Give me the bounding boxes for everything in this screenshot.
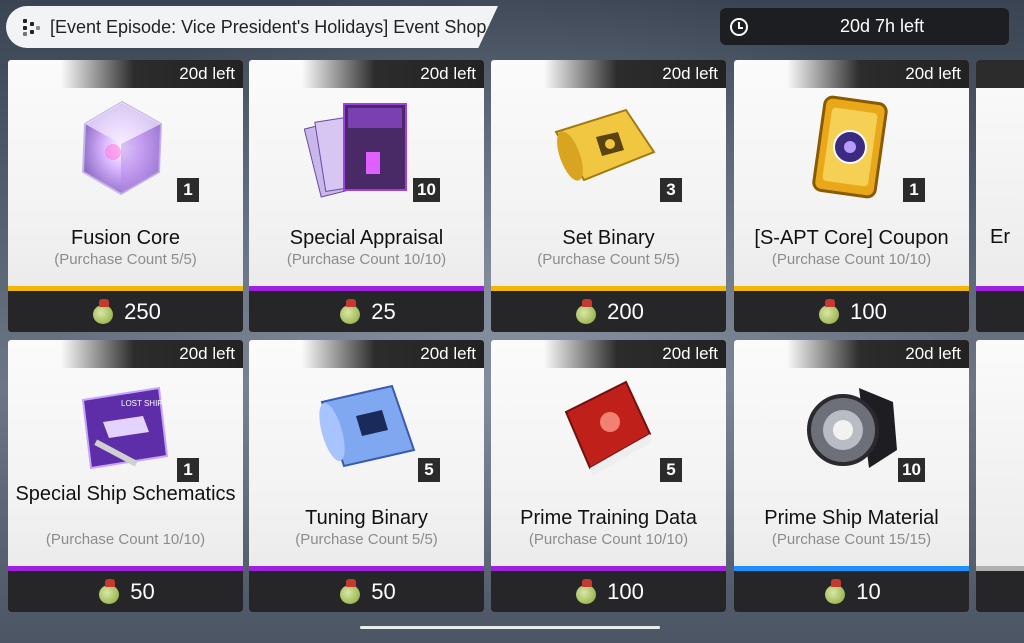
shop-title: [Event Episode: Vice President's Holiday… bbox=[50, 16, 487, 37]
price: 250 bbox=[124, 298, 161, 324]
price-bar[interactable]: 100 bbox=[734, 291, 969, 332]
purchase-count: (Purchase Count 10/10) bbox=[45, 531, 206, 548]
item-name: [S-APT Core] Coupon bbox=[754, 227, 949, 249]
time-left-tag: 20d left bbox=[544, 340, 726, 368]
next-item-card-peek[interactable]: Er bbox=[976, 60, 1024, 332]
item-name: Special Appraisal bbox=[289, 227, 444, 249]
clock-icon bbox=[730, 17, 748, 36]
scrollbar-thumb[interactable] bbox=[360, 626, 660, 629]
svg-text:LOST SHIP: LOST SHIP bbox=[121, 399, 163, 408]
event-timer: 20d 7h left bbox=[720, 8, 1009, 45]
timer-text: 20d 7h left bbox=[840, 16, 925, 36]
time-left-tag: 20d left bbox=[302, 60, 484, 88]
fruit-coin-icon bbox=[816, 298, 842, 325]
quantity-badge: 5 bbox=[660, 458, 682, 482]
price-bar bbox=[976, 571, 1024, 612]
dots-icon bbox=[22, 18, 40, 36]
item-name: Prime Training Data bbox=[520, 507, 697, 529]
fruit-coin-icon bbox=[822, 578, 848, 605]
purchase-count: (Purchase Count 15/15) bbox=[771, 531, 932, 548]
quantity-badge: 3 bbox=[660, 178, 682, 202]
next-item-card-peek[interactable] bbox=[976, 340, 1024, 612]
fruit-coin-icon bbox=[337, 578, 363, 605]
shop-item-card[interactable]: 20d left LOST SHIP 1 Special Ship Schema… bbox=[8, 340, 243, 612]
gold-coupon-icon bbox=[812, 95, 888, 199]
time-left-tag: 20d left bbox=[302, 340, 484, 368]
price: 50 bbox=[130, 578, 155, 604]
time-left-tag: 20d left bbox=[787, 340, 969, 368]
metal-gear-icon bbox=[807, 388, 897, 468]
quantity-badge: 1 bbox=[177, 458, 199, 482]
crystal-cube-icon bbox=[81, 100, 163, 196]
fruit-coin-icon bbox=[573, 578, 599, 605]
item-name: Special Ship Schematics bbox=[15, 483, 236, 505]
price: 10 bbox=[856, 578, 881, 604]
shop-item-card[interactable]: 20d left 5 Tuning Binary (Purchase Count… bbox=[249, 340, 484, 612]
price-bar[interactable]: 250 bbox=[8, 291, 243, 332]
quantity-badge: 5 bbox=[418, 458, 440, 482]
blue-scroll-icon bbox=[319, 384, 416, 468]
quantity-badge: 1 bbox=[903, 178, 925, 202]
shop-item-card[interactable]: 20d left 10 Prime Ship Material (Purchas… bbox=[734, 340, 969, 612]
quantity-badge: 1 bbox=[177, 178, 199, 202]
ship-schematic-icon: LOST SHIP bbox=[81, 386, 169, 470]
time-left-tag: 20d left bbox=[61, 340, 243, 368]
item-name-peek: Er bbox=[990, 226, 1010, 248]
scrollbar[interactable] bbox=[360, 626, 660, 629]
price-bar[interactable]: 50 bbox=[249, 571, 484, 612]
purchase-count: (Purchase Count 10/10) bbox=[528, 531, 689, 548]
shop-item-card[interactable]: 20d left 1 Fusion Core (Purchase Count 5… bbox=[8, 60, 243, 332]
price: 100 bbox=[607, 578, 644, 604]
shop-item-card[interactable]: 20d left 10 Special Appraisal (Purchase … bbox=[249, 60, 484, 332]
purchase-count: (Purchase Count 5/5) bbox=[54, 251, 197, 268]
price-bar bbox=[976, 291, 1024, 332]
shop-item-card[interactable]: 20d left 5 Prime Training Data (Purchase… bbox=[491, 340, 726, 612]
time-left-tag bbox=[976, 60, 1024, 88]
price-bar[interactable]: 100 bbox=[491, 571, 726, 612]
purple-folder-icon bbox=[304, 103, 407, 198]
purchase-count: (Purchase Count 10/10) bbox=[286, 251, 447, 268]
time-left-tag: 20d left bbox=[787, 60, 969, 88]
purchase-count: (Purchase Count 5/5) bbox=[537, 251, 680, 268]
price: 100 bbox=[850, 298, 887, 324]
red-book-icon bbox=[564, 380, 652, 476]
price-bar[interactable]: 50 bbox=[8, 571, 243, 612]
fruit-coin-icon bbox=[90, 298, 116, 325]
price-bar[interactable]: 200 bbox=[491, 291, 726, 332]
fruit-coin-icon bbox=[96, 578, 122, 605]
fruit-coin-icon bbox=[337, 298, 363, 325]
time-left-tag: 20d left bbox=[61, 60, 243, 88]
quantity-badge: 10 bbox=[413, 178, 440, 202]
price: 50 bbox=[371, 578, 396, 604]
item-name: Fusion Core bbox=[71, 227, 180, 249]
item-name: Set Binary bbox=[562, 227, 655, 249]
price: 200 bbox=[607, 298, 644, 324]
shop-item-card[interactable]: 20d left 3 Set Binary (Purchase Count 5/… bbox=[491, 60, 726, 332]
price-bar[interactable]: 10 bbox=[734, 571, 969, 612]
price-bar[interactable]: 25 bbox=[249, 291, 484, 332]
item-name: Tuning Binary bbox=[305, 507, 428, 529]
quantity-badge: 10 bbox=[898, 458, 925, 482]
shop-item-card[interactable]: 20d left 1 [S-APT Core] Coupon (Purchase… bbox=[734, 60, 969, 332]
purchase-count: (Purchase Count 10/10) bbox=[771, 251, 932, 268]
price: 25 bbox=[371, 298, 396, 324]
shop-title-bar: [Event Episode: Vice President's Holiday… bbox=[6, 6, 498, 48]
time-left-tag: 20d left bbox=[544, 60, 726, 88]
fruit-coin-icon bbox=[573, 298, 599, 325]
gold-scroll-icon bbox=[554, 108, 656, 182]
purchase-count: (Purchase Count 5/5) bbox=[295, 531, 438, 548]
item-name: Prime Ship Material bbox=[764, 507, 939, 529]
